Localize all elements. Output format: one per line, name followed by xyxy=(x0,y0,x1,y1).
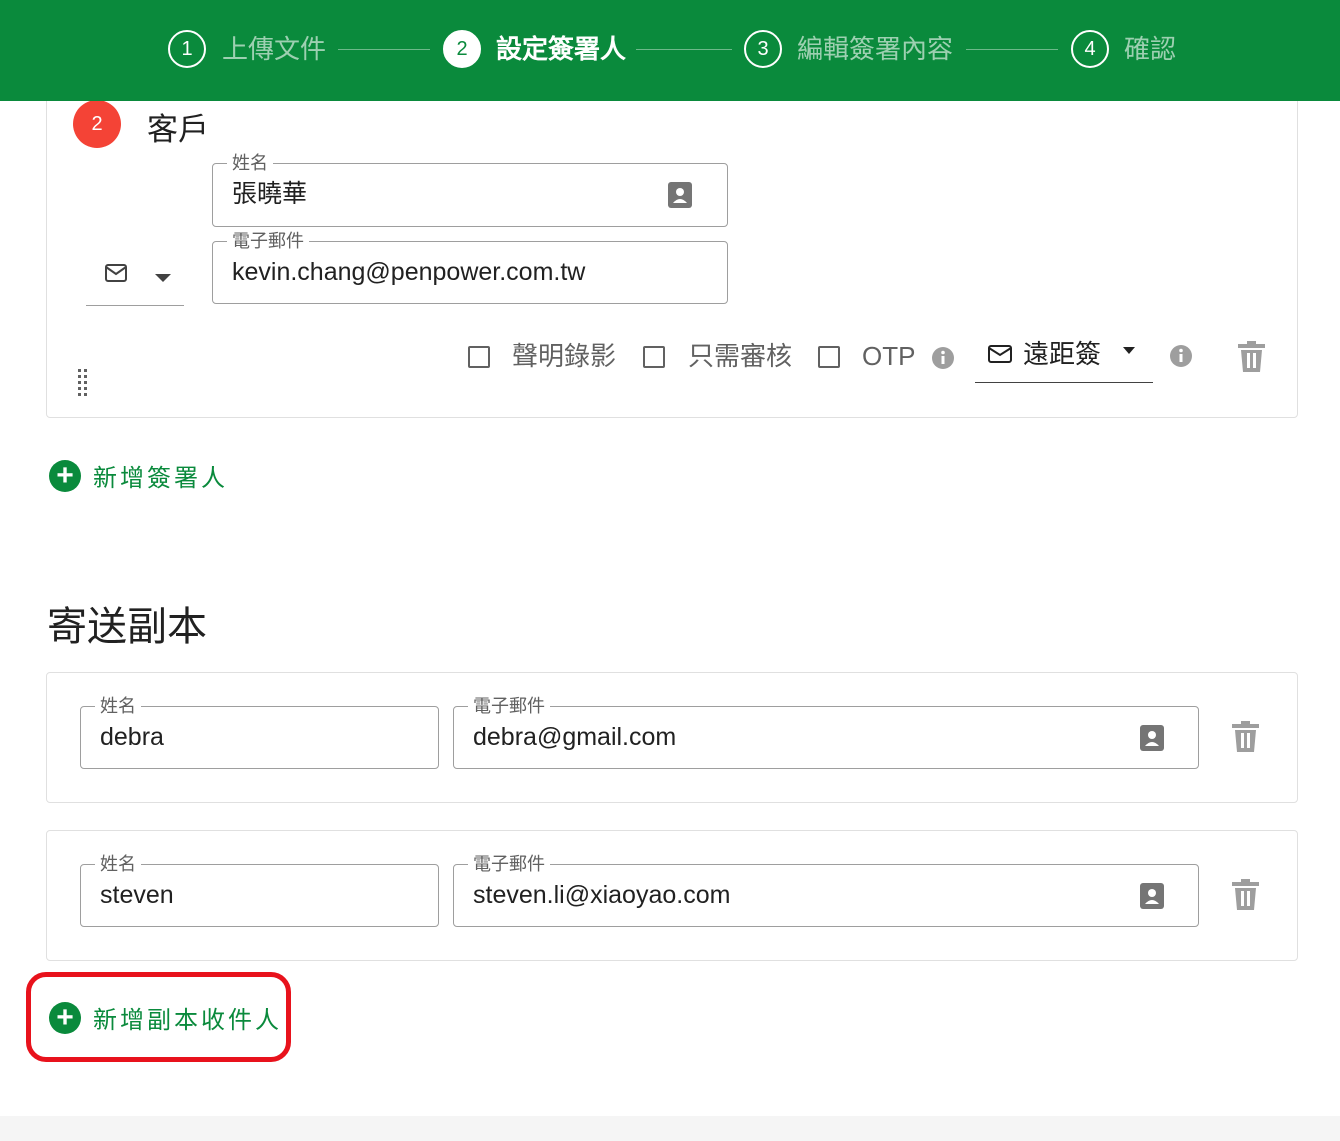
step-2-label[interactable]: 設定簽署人 xyxy=(496,30,626,68)
cc-email-value[interactable]: steven.li@xiaoyao.com xyxy=(473,879,730,911)
signer-email-value[interactable]: kevin.chang@penpower.com.tw xyxy=(232,256,585,288)
add-signer-label: 新增簽署人 xyxy=(93,465,228,492)
add-signer-button[interactable]: + 新增簽署人 xyxy=(49,458,228,493)
review-only-checkbox[interactable] xyxy=(643,346,665,368)
review-only-label: 只需審核 xyxy=(688,341,793,371)
cc-name-label: 姓名 xyxy=(95,696,141,716)
cc-email-value[interactable]: debra@gmail.com xyxy=(473,721,676,753)
signer-name-value[interactable]: 張曉華 xyxy=(232,178,307,210)
step-1-number: 1 xyxy=(168,30,206,68)
cc-name-field[interactable]: 姓名 debra xyxy=(80,696,439,769)
video-statement-checkbox[interactable] xyxy=(468,346,490,368)
step-4-number: 4 xyxy=(1071,30,1109,68)
signer-name-field[interactable]: 姓名 張曉華 xyxy=(212,153,728,227)
step-connector xyxy=(636,49,732,50)
mail-icon xyxy=(988,345,1012,363)
contact-book-icon[interactable] xyxy=(667,181,693,209)
cc-email-label: 電子郵件 xyxy=(468,696,550,716)
cc-email-label: 電子郵件 xyxy=(468,854,550,874)
step-3-label[interactable]: 編輯簽署內容 xyxy=(797,30,953,68)
stepper-header: 1 上傳文件 2 設定簽署人 3 編輯簽署內容 4 確認 xyxy=(0,0,1340,101)
add-circle-icon: + xyxy=(49,459,81,492)
step-2-number: 2 xyxy=(443,30,481,68)
otp-label: OTP xyxy=(862,341,916,371)
step-4-label[interactable]: 確認 xyxy=(1124,30,1176,68)
caret-down-icon xyxy=(1123,347,1135,354)
info-icon[interactable] xyxy=(931,346,955,370)
caret-down-icon xyxy=(155,274,171,282)
signer-email-field[interactable]: 電子郵件 kevin.chang@penpower.com.tw xyxy=(212,231,728,304)
cc-email-field[interactable]: 電子郵件 debra@gmail.com xyxy=(453,696,1199,769)
step-connector xyxy=(338,49,430,50)
contact-book-icon[interactable] xyxy=(1139,882,1165,910)
step-3-number: 3 xyxy=(744,30,782,68)
otp-checkbox[interactable] xyxy=(818,346,840,368)
drag-handle-icon[interactable] xyxy=(77,368,89,398)
cc-name-value[interactable]: steven xyxy=(100,879,174,911)
step-1-label[interactable]: 上傳文件 xyxy=(222,30,326,68)
signer-order-badge: 2 xyxy=(73,100,121,148)
cc-name-label: 姓名 xyxy=(95,854,141,874)
footer-band xyxy=(0,1116,1340,1141)
sign-type-value: 遠距簽 xyxy=(1023,339,1102,369)
cc-name-value[interactable]: debra xyxy=(100,721,164,753)
video-statement-label: 聲明錄影 xyxy=(512,341,617,371)
cc-name-field[interactable]: 姓名 steven xyxy=(80,854,439,927)
delete-signer-icon[interactable] xyxy=(1238,341,1265,373)
cc-section-title: 寄送副本 xyxy=(47,605,207,649)
info-icon[interactable] xyxy=(1169,344,1193,368)
signer-role-title: 客戶 xyxy=(147,112,209,147)
cc-email-field[interactable]: 電子郵件 steven.li@xiaoyao.com xyxy=(453,854,1199,927)
delete-cc-icon[interactable] xyxy=(1232,879,1259,911)
delete-cc-icon[interactable] xyxy=(1232,721,1259,753)
step-connector xyxy=(966,49,1058,50)
contact-book-icon[interactable] xyxy=(1139,724,1165,752)
signer-name-label: 姓名 xyxy=(227,153,273,173)
notify-method-select[interactable] xyxy=(86,255,184,306)
highlight-annotation xyxy=(26,972,291,1062)
sign-type-select[interactable]: 遠距簽 xyxy=(975,333,1153,383)
signer-email-label: 電子郵件 xyxy=(227,231,309,251)
mail-icon xyxy=(105,264,127,282)
